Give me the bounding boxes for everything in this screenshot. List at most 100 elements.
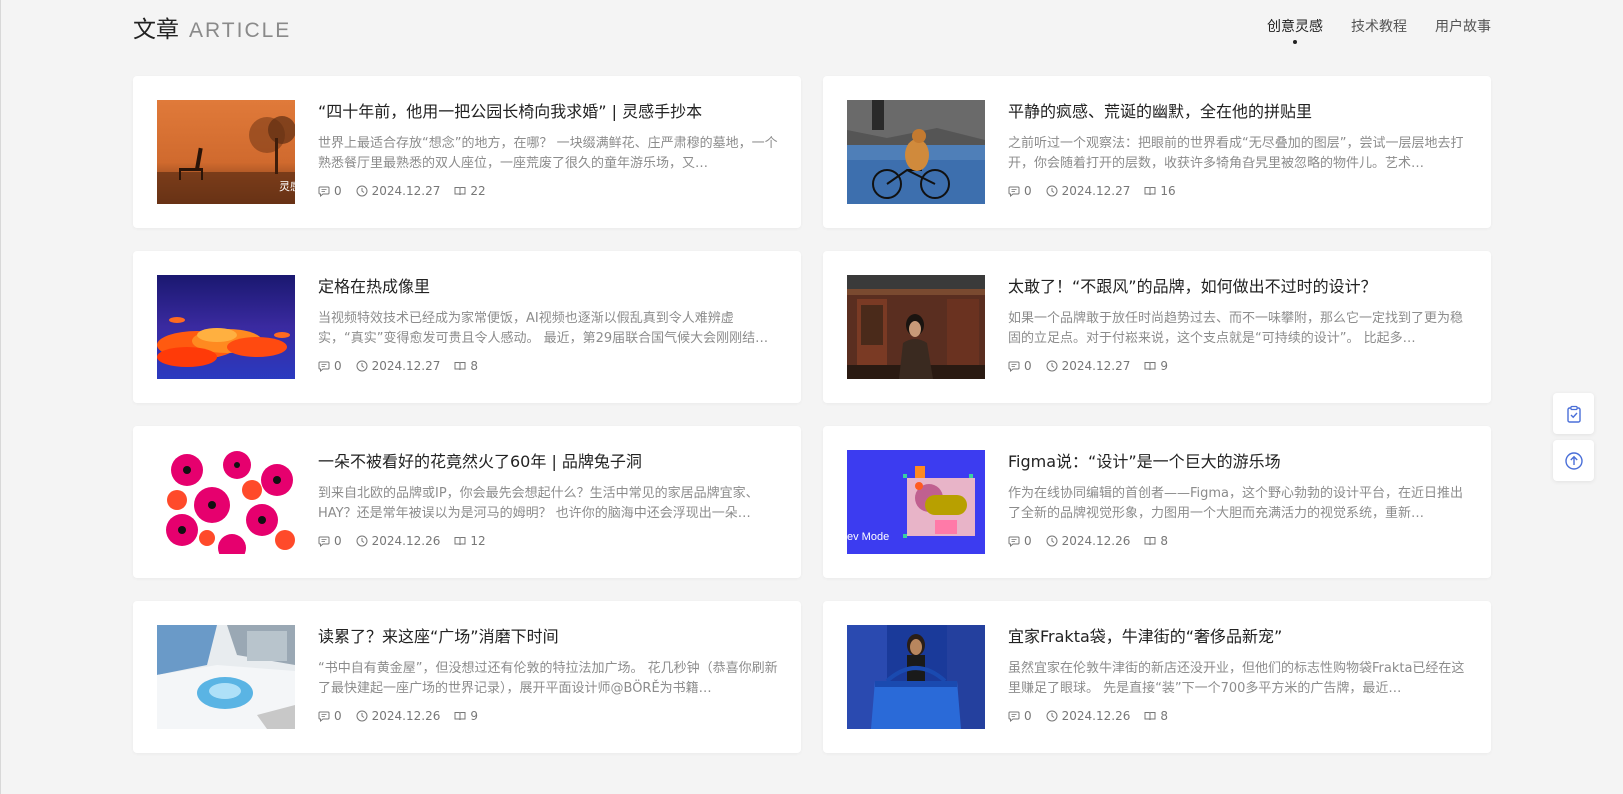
book-icon (1144, 362, 1156, 371)
read-count: 9 (1144, 359, 1168, 373)
article-card[interactable]: 宜家Frakta袋，牛津街的“奢侈品新宠” 虽然宜家在伦敦牛津街的新店还没开业，… (823, 601, 1491, 753)
comment-icon (1008, 711, 1020, 722)
article-card[interactable]: 平静的疯感、荒诞的幽默，全在他的拼贴里 之前听过一个观察法：把眼前的世界看成“无… (823, 76, 1491, 228)
comment-icon (1008, 536, 1020, 547)
clipboard-button[interactable] (1553, 393, 1594, 434)
article-title[interactable]: Figma说：“设计”是一个巨大的游乐场 (1008, 448, 1468, 472)
book-icon (454, 362, 466, 371)
article-meta: 0 2024.12.26 12 (318, 534, 500, 548)
article-title[interactable]: 平静的疯感、荒诞的幽默，全在他的拼贴里 (1008, 98, 1468, 122)
section-title-zh: 文章 (133, 17, 179, 43)
publish-date: 2024.12.26 (1046, 534, 1130, 548)
article-thumbnail[interactable] (847, 625, 985, 729)
article-meta: 0 2024.12.26 8 (1008, 709, 1182, 723)
poppy-pattern-image (157, 450, 295, 554)
back-to-top-button[interactable] (1553, 440, 1594, 481)
article-title[interactable]: 定格在热成像里 (318, 273, 778, 297)
article-thumbnail[interactable] (847, 100, 985, 204)
article-card[interactable]: 太敢了！“不跟风”的品牌，如何做出不过时的设计？ 如果一个品牌敢于放任时尚趋势过… (823, 251, 1491, 403)
read-count: 8 (454, 359, 478, 373)
comment-icon (1008, 361, 1020, 372)
article-thumbnail[interactable] (157, 275, 295, 379)
clock-icon (1046, 360, 1058, 372)
publish-date: 2024.12.27 (356, 359, 440, 373)
popup-book-image (157, 625, 295, 729)
read-count: 12 (454, 534, 486, 548)
comment-count: 0 (1008, 534, 1032, 548)
publish-date: 2024.12.26 (356, 709, 440, 723)
comment-count: 0 (1008, 709, 1032, 723)
clock-icon (1046, 185, 1058, 197)
article-thumbnail[interactable] (157, 450, 295, 554)
section-header: 文章 ARTICLE 创意灵感 技术教程 用户故事 (133, 10, 1491, 50)
article-excerpt: 虽然宜家在伦敦牛津街的新店还没开业，但他们的标志性购物袋Frakta已经在这里赚… (1008, 661, 1465, 696)
article-meta: 0 2024.12.27 9 (1008, 359, 1182, 373)
article-title[interactable]: 太敢了！“不跟风”的品牌，如何做出不过时的设计？ (1008, 273, 1468, 297)
article-excerpt: 世界上最适合存放“想念”的地方，在哪？ 一块缀满鲜花、庄严肃穆的墓地，一个熟悉餐… (318, 136, 778, 171)
comment-icon (318, 361, 330, 372)
article-title[interactable]: 一朵不被看好的花竟然火了60年 | 品牌兔子洞 (318, 448, 778, 472)
article-meta: 0 2024.12.26 9 (318, 709, 492, 723)
arrow-up-circle-icon (1564, 451, 1583, 470)
article-meta: 0 2024.12.26 8 (1008, 534, 1182, 548)
article-thumbnail[interactable]: 灵感 (157, 100, 295, 204)
publish-date: 2024.12.27 (1046, 184, 1130, 198)
book-icon (454, 712, 466, 721)
article-excerpt: 如果一个品牌敢于放任时尚趋势过去、而不一味攀附，那么它一定找到了更为稳固的立足点… (1008, 311, 1464, 346)
clock-icon (356, 710, 368, 722)
article-meta: 0 2024.12.27 8 (318, 359, 492, 373)
tab-tech-tutorials[interactable]: 技术教程 (1351, 16, 1407, 36)
read-count: 16 (1144, 184, 1176, 198)
article-card[interactable]: 灵感 “四十年前，他用一把公园长椅向我求婚” | 灵感手抄本 世界上最适合存放“… (133, 76, 801, 228)
article-card[interactable]: ev Mode Figma说：“设计”是一个巨大的游乐场 作为在线协同编辑的首创… (823, 426, 1491, 578)
read-count: 8 (1144, 709, 1168, 723)
woman-temple-image (847, 275, 985, 379)
comment-icon (318, 711, 330, 722)
article-card[interactable]: 读累了？来这座“广场”消磨下时间 “书中自有黄金屋”，但没想过还有伦敦的特拉法加… (133, 601, 801, 753)
article-meta: 0 2024.12.27 16 (1008, 184, 1190, 198)
comment-count: 0 (1008, 184, 1032, 198)
figma-dev-mode-image: ev Mode (847, 450, 985, 554)
book-icon (454, 537, 466, 546)
publish-date: 2024.12.27 (356, 184, 440, 198)
article-title[interactable]: 读累了？来这座“广场”消磨下时间 (318, 623, 778, 647)
category-tabs: 创意灵感 技术教程 用户故事 (1239, 16, 1491, 44)
tab-creative-inspiration[interactable]: 创意灵感 (1267, 16, 1323, 44)
clock-icon (1046, 535, 1058, 547)
comment-count: 0 (318, 534, 342, 548)
article-thumbnail[interactable] (847, 275, 985, 379)
article-excerpt: 当视频特效技术已经成为家常便饭，AI视频也逐渐以假乱真到令人难辨虚实，“真实”变… (318, 311, 769, 346)
article-excerpt: 作为在线协同编辑的首创者——Figma，这个野心勃勃的设计平台，在近日推出了全新… (1008, 486, 1464, 521)
article-card[interactable]: 定格在热成像里 当视频特效技术已经成为家常便饭，AI视频也逐渐以假乱真到令人难辨… (133, 251, 801, 403)
clock-icon (356, 535, 368, 547)
clock-icon (356, 185, 368, 197)
clock-icon (356, 360, 368, 372)
book-icon (1144, 712, 1156, 721)
page-left-border (0, 0, 1, 794)
bicycle-dog-image (847, 100, 985, 204)
bench-sunset-image: 灵感 (157, 100, 295, 204)
publish-date: 2024.12.26 (356, 534, 440, 548)
article-excerpt: 之前听过一个观察法：把眼前的世界看成“无尽叠加的图层”，尝试一层层地去打开，你会… (1008, 136, 1464, 171)
article-title[interactable]: 宜家Frakta袋，牛津街的“奢侈品新宠” (1008, 623, 1468, 647)
thermal-clouds-image (157, 275, 295, 379)
section-title-en: ARTICLE (189, 19, 292, 42)
article-thumbnail[interactable] (157, 625, 295, 729)
tab-user-stories[interactable]: 用户故事 (1435, 16, 1491, 36)
article-card[interactable]: 一朵不被看好的花竟然火了60年 | 品牌兔子洞 到来自北欧的品牌或IP，你会最先… (133, 426, 801, 578)
book-icon (454, 187, 466, 196)
comment-icon (1008, 186, 1020, 197)
article-title[interactable]: “四十年前，他用一把公园长椅向我求婚” | 灵感手抄本 (318, 98, 778, 122)
book-icon (1144, 537, 1156, 546)
comment-count: 0 (1008, 359, 1032, 373)
comment-count: 0 (318, 184, 342, 198)
article-thumbnail[interactable]: ev Mode (847, 450, 985, 554)
read-count: 9 (454, 709, 478, 723)
svg-text:ev Mode: ev Mode (847, 531, 889, 543)
article-excerpt: 到来自北欧的品牌或IP，你会最先会想起什么？生活中常见的家居品牌宜家、HAY？还… (318, 486, 759, 521)
comment-icon (318, 536, 330, 547)
section-title: 文章 ARTICLE (133, 10, 291, 44)
ikea-bag-image (847, 625, 985, 729)
comment-count: 0 (318, 359, 342, 373)
svg-text:灵感: 灵感 (279, 180, 295, 193)
